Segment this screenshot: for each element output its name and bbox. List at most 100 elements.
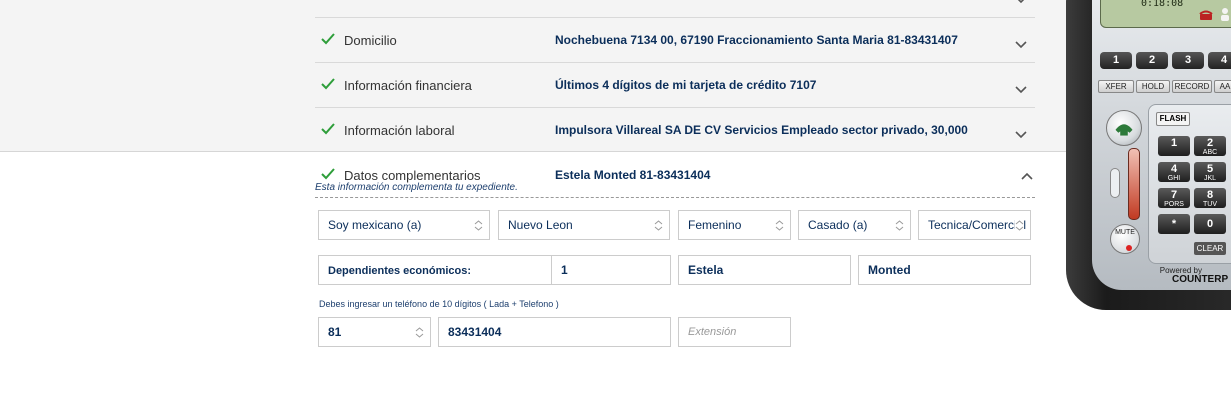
key-digit: * [1171, 218, 1177, 230]
phone-instruction: Debes ingresar un teléfono de 10 dígitos… [319, 299, 559, 309]
select-arrows-icon [775, 220, 784, 231]
line-label: 3 [1184, 54, 1192, 66]
record-button[interactable]: RECORD [1172, 80, 1212, 93]
line-label: 4 [1220, 54, 1228, 66]
select-arrows-icon [895, 220, 904, 231]
accordion-row-domicilio[interactable]: Domicilio Nochebuena 7134 00, 67190 Frac… [315, 17, 1035, 62]
accordion-row-financiera[interactable]: Información financiera Últimos 4 dígitos… [315, 62, 1035, 107]
volume-meter [1128, 148, 1140, 220]
input-value: Monted [868, 263, 911, 277]
clear-button[interactable]: CLEAR [1194, 242, 1226, 255]
user-status-icon [1221, 8, 1229, 21]
accordion-row-complementarios[interactable]: Datos complementarios Estela Monted 81-8… [315, 153, 1035, 198]
reference-last-name-input[interactable]: Monted [858, 255, 1031, 285]
key-7[interactable]: 7 PORS [1158, 188, 1190, 208]
button-label: RECORD [1174, 82, 1210, 91]
select-value: Femenino [688, 218, 742, 232]
phone-status-icon [1199, 10, 1213, 20]
select-value: Tecnica/Comercial [928, 218, 1027, 232]
input-value: 83431404 [448, 325, 502, 339]
flash-button[interactable]: FLASH [1156, 112, 1190, 126]
select-value: 81 [328, 325, 342, 339]
chevron-up-icon[interactable] [1021, 171, 1033, 183]
row-value: Impulsora Villareal SA DE CV Servicios E… [555, 123, 968, 137]
brand-logo-text: COUNTERP [1172, 274, 1229, 285]
dependents-label: Dependientes económicos: [328, 265, 472, 277]
key-letters: PORS [1164, 201, 1184, 208]
key-letters: ABC [1202, 149, 1218, 156]
key-digit: 2 [1206, 137, 1214, 149]
button-label: XFER [1105, 82, 1127, 91]
input-value: Estela [688, 263, 724, 277]
select-arrows-icon [654, 220, 663, 231]
handset-icon [1115, 124, 1133, 136]
key-8[interactable]: 8 TUV [1194, 188, 1226, 208]
key-4[interactable]: 4 GHI [1158, 162, 1190, 182]
button-label: FLASH [1159, 114, 1187, 123]
key-1[interactable]: 1 [1158, 136, 1190, 156]
gender-select[interactable]: Femenino [678, 210, 791, 240]
key-digit: 8 [1206, 189, 1214, 201]
section-hint: Esta información complementa tu expedien… [315, 182, 518, 193]
line-3-button[interactable]: 3 [1172, 52, 1204, 69]
line-2-button[interactable]: 2 [1136, 52, 1168, 69]
key-letters: TUV [1203, 201, 1217, 208]
select-value: Nuevo Leon [508, 218, 573, 232]
hold-button[interactable]: HOLD [1136, 80, 1170, 93]
key-digit: 7 [1170, 189, 1178, 201]
row-label: Información financiera [344, 78, 472, 93]
marital-status-select[interactable]: Casado (a) [798, 210, 911, 240]
line-1-button[interactable]: 1 [1100, 52, 1132, 69]
row-label: Información laboral [344, 123, 455, 138]
check-icon [321, 168, 335, 180]
select-arrows-icon [474, 220, 483, 231]
key-5[interactable]: 5 JKL [1194, 162, 1226, 182]
chevron-down-icon[interactable] [1015, 128, 1027, 140]
extension-input[interactable]: Extensión [678, 317, 791, 347]
education-select[interactable]: Tecnica/Comercial [918, 210, 1031, 240]
lada-select[interactable]: 81 [318, 317, 431, 347]
select-arrows-icon [1015, 220, 1024, 231]
mute-indicator [1126, 245, 1132, 251]
accordion-row-laboral[interactable]: Información laboral Impulsora Villareal … [315, 107, 1035, 152]
line-label: 1 [1112, 54, 1120, 66]
row-label: Domicilio [344, 33, 397, 48]
key-0[interactable]: 0 [1194, 214, 1226, 234]
check-icon [321, 33, 335, 45]
chevron-down-icon[interactable] [1015, 0, 1027, 5]
mute-label: MUTE [1115, 229, 1135, 236]
nationality-select[interactable]: Soy mexicano (a) [318, 210, 490, 240]
button-label: AA [1219, 82, 1231, 91]
check-icon [321, 78, 335, 90]
input-placeholder: Extensión [688, 326, 737, 338]
reference-first-name-input[interactable]: Estela [678, 255, 851, 285]
input-value: 1 [561, 263, 568, 277]
check-icon [321, 123, 335, 135]
aa-button[interactable]: AA [1214, 80, 1231, 93]
key-digit: 5 [1206, 163, 1214, 175]
key-letters: JKL [1203, 175, 1217, 182]
phone-number-input[interactable]: 83431404 [438, 317, 671, 347]
key-digit: 4 [1170, 163, 1178, 175]
key-star[interactable]: * [1158, 214, 1190, 234]
accordion-row-hidden[interactable] [315, 0, 1035, 17]
row-value: Nochebuena 7134 00, 67190 Fraccionamient… [555, 33, 958, 47]
chevron-down-icon[interactable] [1015, 83, 1027, 95]
row-value: Estela Monted 81-83431404 [555, 168, 711, 182]
keypad [1148, 104, 1231, 264]
line-4-button[interactable]: 4 [1208, 52, 1231, 69]
volume-slider-knob[interactable] [1110, 168, 1120, 198]
state-select[interactable]: Nuevo Leon [498, 210, 670, 240]
key-2[interactable]: 2 ABC [1194, 136, 1226, 156]
handset-button[interactable] [1106, 110, 1142, 146]
chevron-down-icon[interactable] [1015, 38, 1027, 50]
row-label: Datos complementarios [344, 168, 481, 183]
call-timer: 0:18:08 [1141, 0, 1184, 9]
dependents-label-box: Dependientes económicos: [318, 255, 552, 285]
xfer-button[interactable]: XFER [1098, 80, 1134, 93]
dependents-count-input[interactable]: 1 [551, 255, 671, 285]
button-label: CLEAR [1196, 244, 1224, 253]
row-value: Últimos 4 dígitos de mi tarjeta de crédi… [555, 78, 817, 92]
mute-button[interactable]: MUTE [1110, 224, 1140, 254]
select-value: Casado (a) [808, 218, 868, 232]
